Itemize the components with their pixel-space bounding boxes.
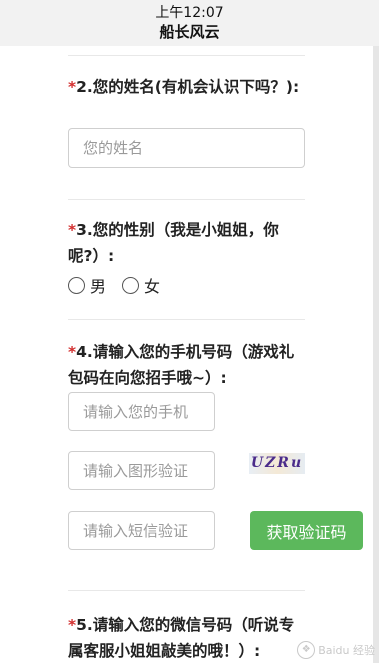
required-mark: * bbox=[68, 616, 77, 634]
captcha-image[interactable]: UZRu bbox=[249, 453, 305, 474]
question-text: 4.请输入您的手机号码（游戏礼包码在向您招手哦~）: bbox=[68, 343, 295, 387]
question-wechat-label: *5.请输入您的微信号码（听说专属客服小姐姐敲美的哦！）: bbox=[68, 612, 304, 664]
status-bar: 上午12:07 船长风云 bbox=[0, 0, 379, 46]
required-mark: * bbox=[68, 78, 77, 96]
gender-option-male[interactable]: 男 bbox=[68, 273, 106, 297]
radio-label: 男 bbox=[90, 277, 107, 296]
divider bbox=[68, 590, 305, 591]
question-gender-label: *3.您的性别（我是小姐姐，你呢?）: bbox=[68, 217, 304, 269]
watermark-text: Baidu 经验 bbox=[318, 644, 375, 657]
question-text: 2.您的姓名(有机会认识下吗？): bbox=[76, 78, 300, 96]
name-input[interactable] bbox=[68, 128, 305, 168]
watermark: ❖ Baidu 经验 bbox=[297, 641, 375, 659]
question-text: 5.请输入您的微信号码（听说专属客服小姐姐敲美的哦！）: bbox=[68, 616, 295, 660]
page-title: 船长风云 bbox=[159, 23, 220, 41]
status-time: 上午12:07 bbox=[155, 5, 224, 21]
gender-option-female[interactable]: 女 bbox=[122, 273, 160, 297]
required-mark: * bbox=[68, 343, 77, 361]
captcha-input[interactable] bbox=[68, 451, 215, 490]
divider bbox=[68, 55, 305, 56]
question-phone-label: *4.请输入您的手机号码（游戏礼包码在向您招手哦~）: bbox=[68, 339, 304, 391]
sms-code-input[interactable] bbox=[68, 511, 215, 550]
question-text: 3.您的性别（我是小姐姐，你呢?）: bbox=[68, 221, 279, 265]
radio-label: 女 bbox=[144, 277, 161, 296]
gender-radio-group: 男 女 bbox=[68, 273, 176, 297]
question-name-label: *2.您的姓名(有机会认识下吗？): bbox=[68, 74, 304, 100]
phone-input[interactable] bbox=[68, 392, 215, 431]
scrollbar[interactable] bbox=[373, 46, 379, 663]
required-mark: * bbox=[68, 221, 77, 239]
divider bbox=[68, 319, 305, 320]
divider bbox=[68, 199, 305, 200]
radio-button-icon[interactable] bbox=[122, 276, 140, 294]
paw-icon: ❖ bbox=[297, 641, 316, 659]
get-code-button[interactable]: 获取验证码 bbox=[250, 511, 363, 550]
radio-button-icon[interactable] bbox=[68, 276, 85, 294]
